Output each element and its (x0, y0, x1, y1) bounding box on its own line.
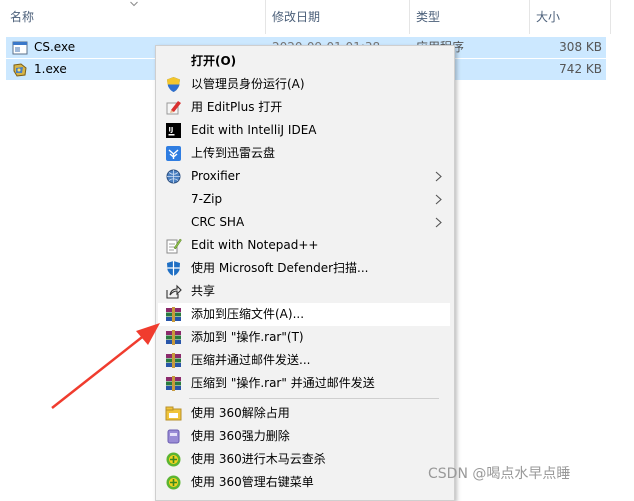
annotation-arrow-icon (51, 323, 160, 409)
watermark: CSDN @喝点水早点睡 (428, 466, 571, 482)
